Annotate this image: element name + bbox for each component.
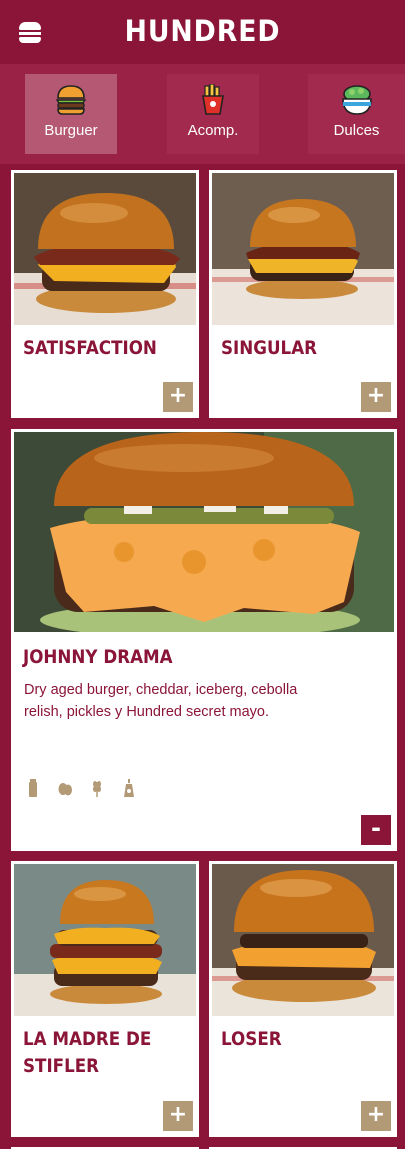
tab-label: Dulces: [333, 122, 380, 139]
gluten-allergen-icon: [93, 781, 101, 797]
product-name: LA MADRE DE STIFLER: [23, 1028, 152, 1077]
burger-icon: [55, 85, 87, 115]
tab-burguer[interactable]: Burguer: [25, 74, 117, 154]
add-button[interactable]: +: [163, 1101, 193, 1131]
app-header: HUNDRED: [0, 0, 405, 64]
product-name: SATISFACTION: [23, 337, 157, 359]
remove-button[interactable]: -: [361, 815, 391, 845]
product-card-johnny-drama[interactable]: JOHNNY DRAMA Dry aged burger, cheddar, i…: [11, 429, 397, 851]
product-image: [14, 173, 196, 325]
brand-title: HUNDRED: [124, 14, 281, 48]
product-image: [212, 173, 394, 325]
product-name: JOHNNY DRAMA: [23, 646, 173, 668]
add-button[interactable]: +: [361, 382, 391, 412]
add-button[interactable]: +: [361, 1101, 391, 1131]
add-button[interactable]: +: [163, 382, 193, 412]
product-card-loser[interactable]: LOSER +: [209, 861, 397, 1137]
egg-allergen-icon: [58, 783, 72, 796]
tab-label: Burguer: [44, 122, 98, 139]
tab-label: Acomp.: [187, 122, 239, 139]
tab-dulces[interactable]: Dulces: [308, 74, 405, 154]
tab-acomp[interactable]: Acomp.: [167, 74, 259, 154]
product-card-singular[interactable]: SINGULAR +: [209, 170, 397, 418]
product-card-la-madre-de-stifler[interactable]: LA MADRE DE STIFLER +: [11, 861, 199, 1137]
product-image: [212, 864, 394, 1016]
product-name: LOSER: [221, 1028, 282, 1050]
category-tabs: Burguer Acomp. Dulces: [0, 64, 405, 164]
milk-allergen-icon: [29, 779, 37, 797]
product-image: [14, 864, 196, 1016]
product-name: SINGULAR: [221, 337, 318, 359]
product-image: [14, 432, 394, 632]
product-description: Dry aged burger, cheddar, iceberg, cebol…: [24, 682, 298, 720]
product-card-satisfaction[interactable]: SATISFACTION +: [11, 170, 199, 418]
mustard-allergen-icon: [124, 779, 134, 797]
dessert-icon: [341, 85, 372, 115]
fries-icon: [202, 84, 224, 115]
